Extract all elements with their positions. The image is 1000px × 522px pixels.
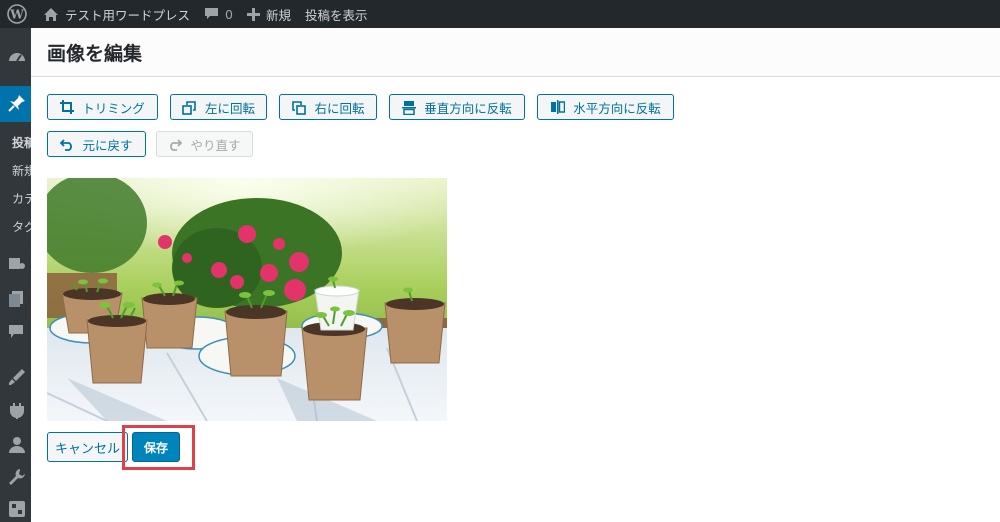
action-row: キャンセル 保存	[47, 432, 181, 462]
modal-header: 画像を編集	[31, 28, 1000, 77]
redo-icon	[168, 138, 183, 151]
flip-vertical-label: 垂直方向に反転	[424, 100, 512, 116]
flip-horizontal-icon	[550, 100, 566, 114]
site-name: テスト用ワードプレス	[65, 7, 191, 23]
flip-vertical-icon	[402, 100, 417, 115]
comments-link[interactable]: 0	[204, 7, 233, 22]
edit-image-modal: 画像を編集 トリミング 左に回転 右に回転 垂直方向に反転 水平方向に反転 元に…	[31, 28, 1000, 522]
media-icon[interactable]	[8, 256, 26, 272]
plus-icon	[246, 7, 260, 21]
comments-count: 0	[225, 6, 233, 22]
undo-button[interactable]: 元に戻す	[47, 131, 146, 157]
cancel-button[interactable]: キャンセル	[47, 432, 129, 462]
rotate-left-icon	[182, 100, 197, 115]
view-post-label: 投稿を表示	[304, 7, 368, 23]
image-preview[interactable]	[47, 178, 447, 421]
crop-label: トリミング	[82, 100, 145, 116]
crop-icon	[60, 100, 75, 114]
rotate-right-label: 右に回転	[314, 100, 365, 116]
pages-icon[interactable]	[8, 290, 24, 308]
sidebar-item-category[interactable]: カテ	[12, 190, 31, 207]
sidebar-item-new[interactable]: 新規	[12, 162, 31, 179]
save-button[interactable]: 保存	[132, 432, 181, 462]
image-toolbar: トリミング 左に回転 右に回転 垂直方向に反転 水平方向に反転	[47, 94, 686, 120]
redo-button[interactable]: やり直す	[156, 131, 253, 157]
undo-label: 元に戻す	[82, 137, 133, 153]
site-name-link[interactable]: テスト用ワードプレス	[43, 5, 190, 24]
svg-text:W: W	[9, 8, 24, 22]
settings-icon[interactable]	[8, 500, 26, 518]
rotate-left-label: 左に回転	[204, 100, 255, 116]
comment-icon	[204, 7, 219, 21]
new-label: 新規	[265, 7, 291, 23]
sidebar-item-tags[interactable]: タグ	[12, 218, 31, 235]
rotate-right-button[interactable]: 右に回転	[279, 94, 377, 120]
rotate-left-button[interactable]: 左に回転	[170, 94, 267, 120]
sidebar-item-posts[interactable]: 投稿	[12, 134, 31, 151]
appearance-icon[interactable]	[8, 368, 26, 386]
flip-vertical-button[interactable]: 垂直方向に反転	[389, 94, 525, 120]
tools-icon[interactable]	[8, 468, 26, 486]
plugins-icon[interactable]	[8, 402, 26, 420]
admin-sidebar: 投稿 新規 カテ タグ	[0, 28, 31, 522]
home-icon	[43, 7, 59, 22]
rotate-right-icon	[291, 100, 307, 115]
redo-label: やり直す	[190, 137, 241, 153]
wordpress-logo-icon[interactable]: W	[7, 4, 27, 24]
users-icon[interactable]	[8, 436, 26, 454]
new-content-link[interactable]: 新規	[246, 5, 291, 24]
flip-horizontal-label: 水平方向に反転	[573, 100, 661, 116]
undo-icon	[60, 138, 74, 151]
pin-icon	[8, 94, 26, 112]
view-post-link[interactable]: 投稿を表示	[305, 5, 368, 24]
comments-icon[interactable]	[8, 324, 24, 340]
admin-bar: W テスト用ワードプレス 0 新規 投稿を表示	[0, 0, 1000, 28]
modal-title: 画像を編集	[47, 42, 143, 65]
history-toolbar: 元に戻す やり直す	[47, 131, 265, 157]
crop-button[interactable]: トリミング	[47, 94, 158, 120]
flip-horizontal-button[interactable]: 水平方向に反転	[537, 94, 674, 120]
dashboard-icon[interactable]	[8, 48, 26, 66]
